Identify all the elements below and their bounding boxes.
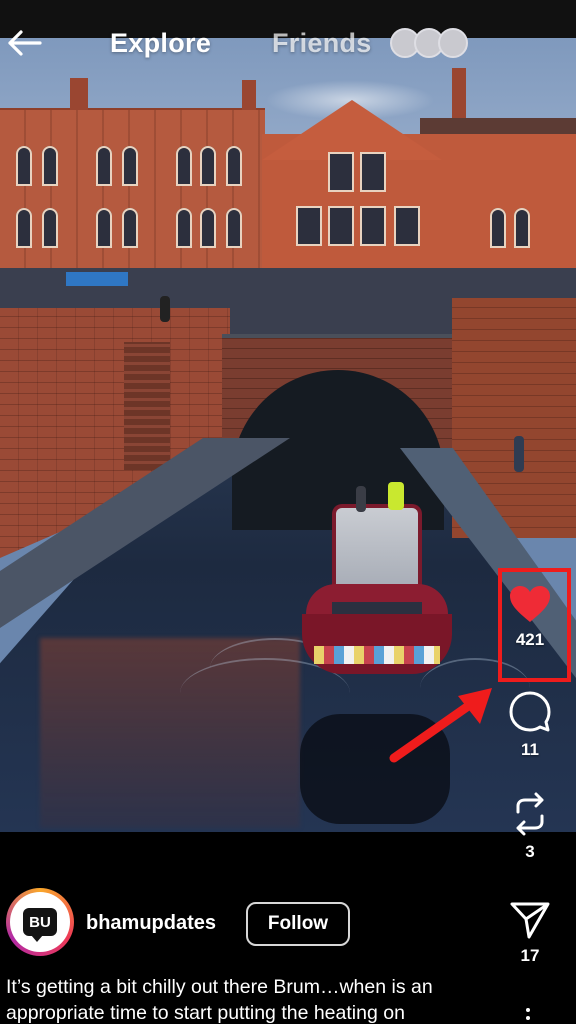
post-caption[interactable]: It’s getting a bit chilly out there Brum…: [6, 974, 506, 1024]
photo-gable: [262, 100, 442, 160]
repost-icon: [516, 792, 544, 836]
photo-window: [394, 206, 420, 246]
photo-window: [200, 208, 216, 248]
explore-screen: Explore Friends BU bhamupdates Follow It…: [0, 0, 576, 1024]
top-bar: Explore Friends: [0, 0, 576, 80]
repost-button[interactable]: 3: [500, 792, 560, 862]
boat-decoration: [314, 646, 440, 664]
share-count: 17: [520, 946, 540, 965]
comment-button[interactable]: 11: [500, 690, 560, 760]
photo-window: [16, 208, 32, 248]
photo-window: [176, 208, 192, 248]
send-icon: [510, 902, 550, 939]
photo-window: [328, 152, 354, 192]
photo-window: [360, 152, 386, 192]
photo-window: [16, 146, 32, 186]
avatar-logo: BU: [23, 908, 57, 942]
photo-sign: [66, 272, 128, 286]
photo-narrowboat: [298, 504, 456, 704]
photo-window: [96, 208, 112, 248]
photo-chimney: [242, 80, 256, 114]
photo-window: [42, 208, 58, 248]
photo-window: [96, 146, 112, 186]
dot: [526, 1016, 530, 1020]
friends-avatar-stack[interactable]: [390, 28, 474, 60]
photo-chimney: [70, 78, 88, 114]
tab-friends[interactable]: Friends: [272, 28, 372, 59]
photo-window: [176, 146, 192, 186]
photo-person: [388, 482, 404, 510]
more-options-icon[interactable]: [520, 1008, 536, 1024]
red-arrow-annotation: [389, 688, 492, 763]
back-button[interactable]: [4, 26, 44, 60]
photo-window: [42, 146, 58, 186]
repost-count: 3: [525, 842, 535, 861]
dot: [526, 1008, 530, 1012]
photo-window: [328, 206, 354, 246]
follow-button[interactable]: Follow: [246, 902, 350, 946]
photo-person: [514, 436, 524, 472]
like-button[interactable]: 421: [500, 584, 560, 650]
username[interactable]: bhamupdates: [86, 912, 216, 935]
photo-window: [226, 208, 242, 248]
photo-window: [296, 206, 322, 246]
heart-icon: [510, 586, 550, 622]
photo-window: [490, 208, 506, 248]
avatar[interactable]: BU: [6, 888, 74, 956]
photo-window: [122, 146, 138, 186]
arrow-left-icon: [8, 30, 42, 56]
photo-window: [200, 146, 216, 186]
share-button[interactable]: 17: [500, 900, 560, 966]
friend-avatar: [438, 28, 468, 58]
comment-icon: [509, 691, 551, 732]
photo-window: [514, 208, 530, 248]
like-count: 421: [515, 630, 545, 649]
avatar-inner: BU: [10, 892, 70, 952]
comment-count: 11: [521, 740, 539, 759]
photo-window: [122, 208, 138, 248]
photo-window: [360, 206, 386, 246]
photo-person: [356, 486, 366, 512]
photo-stairs: [124, 342, 170, 470]
tab-explore[interactable]: Explore: [110, 28, 211, 59]
boat-hull: [302, 614, 452, 674]
photo-window: [226, 146, 242, 186]
photo-person: [160, 296, 170, 322]
